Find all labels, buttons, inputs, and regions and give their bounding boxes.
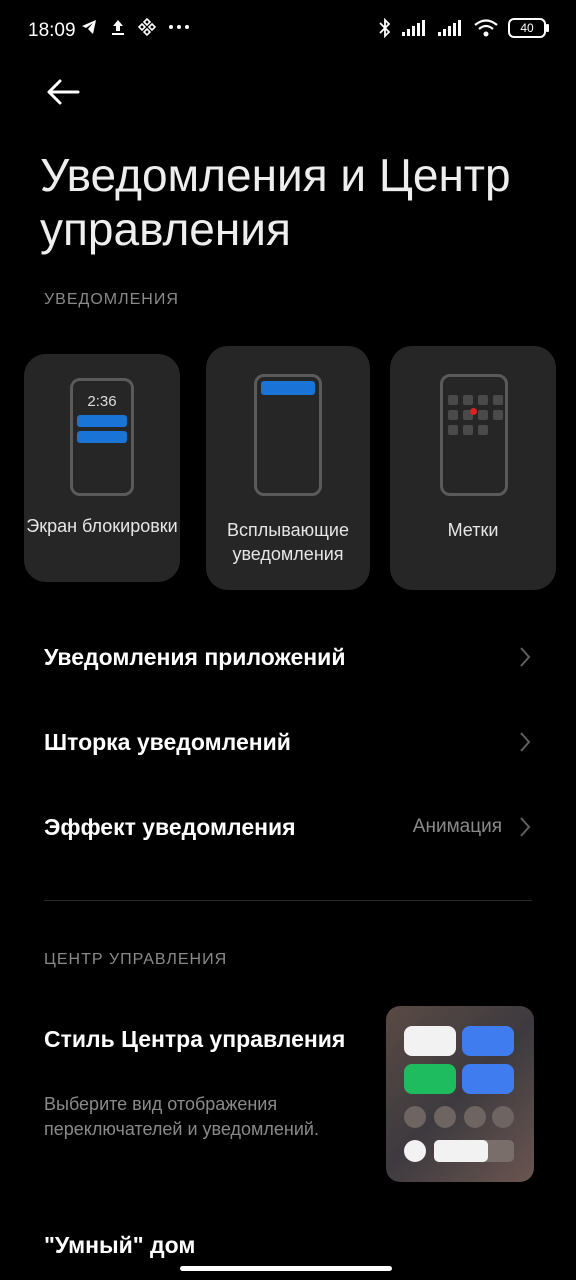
control-center-preview [386, 1006, 534, 1182]
notification-bar [77, 431, 127, 443]
preview-dot [404, 1106, 426, 1128]
notification-bar [261, 381, 315, 395]
row-title: Шторка уведомлений [44, 729, 291, 755]
divider [44, 900, 532, 901]
chevron-right-icon [520, 817, 531, 837]
row-smart-home[interactable]: "Умный" дом [44, 1232, 195, 1259]
row-app-notifications[interactable]: Уведомления приложений [44, 627, 532, 687]
row-title: Уведомления приложений [44, 644, 346, 670]
badge-dot [470, 408, 477, 415]
card-label: Всплывающие уведомления [227, 520, 349, 564]
notification-bar [77, 415, 127, 427]
preview-tile [462, 1064, 514, 1094]
preview-dot [464, 1106, 486, 1128]
row-description: Выберите вид отображения переключателей … [44, 1094, 319, 1139]
preview-tile [404, 1064, 456, 1094]
back-arrow-icon[interactable] [44, 74, 84, 110]
battery-indicator: 40 [508, 18, 549, 38]
row-value: Анимация [412, 816, 502, 837]
row-notification-effect[interactable]: Эффект уведомления Анимация [44, 797, 532, 857]
preview-dot [434, 1106, 456, 1128]
preview-dot [492, 1106, 514, 1128]
row-control-center-style[interactable]: Стиль Центра управления Выберите вид ото… [0, 1000, 576, 1190]
preview-dot [404, 1140, 426, 1162]
preview-time: 2:36 [87, 393, 117, 410]
wifi-icon [474, 19, 498, 37]
section-label-notifications: УВЕДОМЛЕНИЯ [44, 291, 179, 308]
phone-preview [254, 374, 322, 496]
more-dots-icon [169, 25, 189, 29]
row-notification-shade[interactable]: Шторка уведомлений [44, 712, 532, 772]
signal-icon [402, 20, 425, 36]
section-label-control-center: ЦЕНТР УПРАВЛЕНИЯ [44, 951, 228, 968]
signal-icon [438, 20, 461, 36]
phone-preview [440, 374, 508, 496]
preview-tile [404, 1026, 456, 1056]
bluetooth-icon [379, 18, 391, 38]
binance-icon [138, 18, 156, 36]
status-bar: 18:09 40 [0, 0, 576, 64]
card-badges[interactable]: Метки [390, 346, 556, 590]
row-title: Эффект уведомления [44, 814, 296, 840]
chevron-right-icon [520, 647, 531, 667]
row-title: Стиль Центра управления [44, 1026, 346, 1052]
upload-icon [112, 20, 124, 35]
card-label: Метки [447, 520, 499, 540]
chevron-right-icon [520, 732, 531, 752]
telegram-icon [82, 20, 96, 34]
card-label: Экран блокировки [26, 516, 178, 536]
preview-tile [462, 1026, 514, 1056]
preview-slider [434, 1140, 514, 1162]
home-indicator[interactable] [180, 1266, 392, 1271]
page-title: Уведомления и Центр управления [40, 149, 511, 255]
card-lock-screen[interactable]: 2:36 Экран блокировки [24, 354, 180, 582]
card-floating-notifications[interactable]: Всплывающие уведомления [206, 346, 370, 590]
phone-preview: 2:36 [70, 378, 134, 496]
status-time: 18:09 [28, 20, 76, 41]
